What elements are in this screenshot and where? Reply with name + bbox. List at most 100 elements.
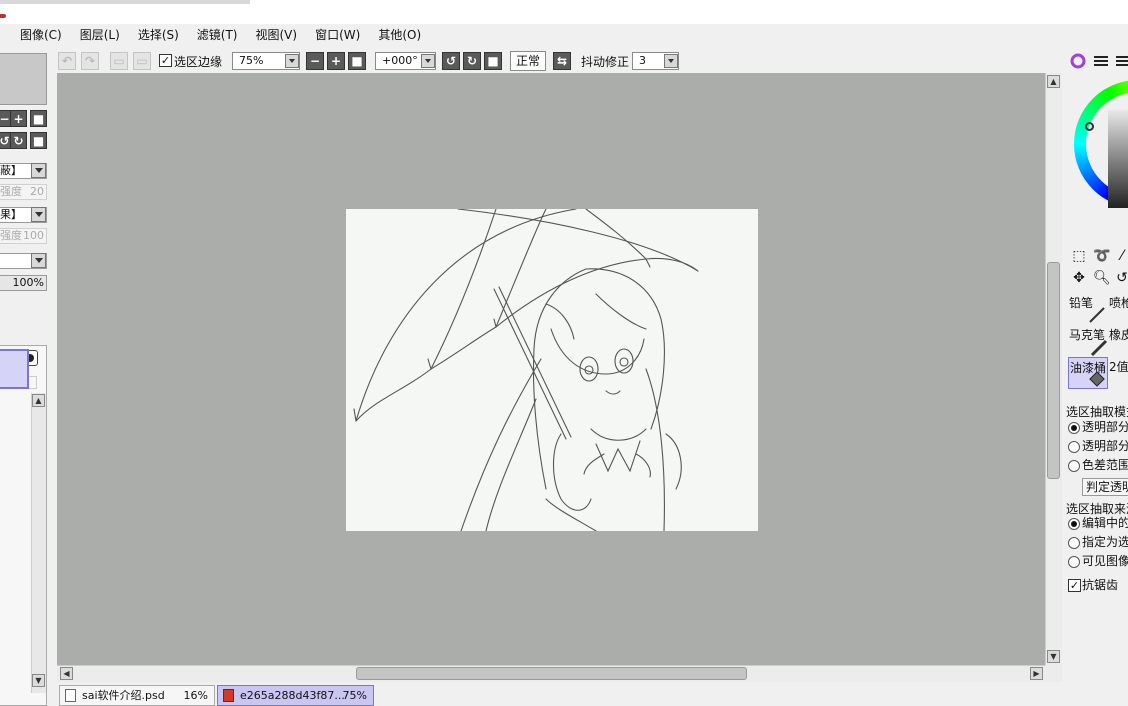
nav-zoom-in-button[interactable]: +	[10, 110, 27, 127]
undo-icon: ↶	[61, 54, 73, 68]
canvas-document[interactable]	[346, 209, 758, 531]
brush-binary-pen[interactable]: 2值笔	[1108, 357, 1128, 389]
source-option-2-radio[interactable]	[1068, 537, 1080, 549]
brush-bucket[interactable]: 油漆桶	[1068, 357, 1108, 389]
flip-horizontal-button[interactable]: ⇆	[553, 52, 571, 70]
source-option-3-label: 可见图像	[1082, 554, 1128, 568]
extract-option-2-radio[interactable]	[1068, 441, 1080, 453]
document-tab-2[interactable]: e265a288d43f87... 75%	[217, 685, 374, 706]
menu-bar: 图像(C) 图层(L) 选择(S) 滤镜(T) 视图(V) 窗口(W) 其他(O…	[0, 24, 1128, 46]
navigator-preview[interactable]	[0, 53, 47, 105]
rotate-ccw-button[interactable]: ↺	[442, 52, 460, 70]
selection-edge-label: 选区边缘	[174, 55, 223, 69]
square-icon: ■	[487, 54, 499, 68]
menu-filter[interactable]: 滤镜(T)	[188, 24, 247, 46]
canvas-scroll-left[interactable]: ◀	[60, 667, 73, 680]
blend-arrow[interactable]	[31, 253, 46, 268]
stabilizer-dropdown-arrow[interactable]	[664, 54, 678, 68]
document-tab-1[interactable]: sai软件介绍.psd 16%	[59, 685, 215, 706]
plus-icon: +	[330, 54, 342, 68]
app-icon	[0, 14, 6, 18]
brush-label: 喷枪	[1109, 296, 1128, 310]
source-option-1-radio[interactable]	[1068, 518, 1080, 530]
brush-label: 橡皮擦	[1109, 328, 1128, 342]
effect-strength-label: 强度	[0, 229, 22, 242]
selected-layer-row[interactable]	[0, 349, 29, 389]
selection-edge-checkbox[interactable]: ✓	[159, 54, 172, 67]
canvas-vertical-scroll-thumb[interactable]	[1047, 262, 1060, 479]
zoom-icon[interactable]: 🔍︎	[1093, 270, 1111, 286]
stabilizer-value: 3	[639, 54, 646, 67]
zoom-reset-button[interactable]: ■	[348, 52, 366, 70]
menu-view[interactable]: 视图(V)	[247, 24, 307, 46]
menu-layer[interactable]: 图层(L)	[71, 24, 129, 46]
rect-select-icon[interactable]: ⬚	[1071, 248, 1087, 264]
redo-button[interactable]: ↷	[81, 52, 99, 70]
menu-other[interactable]: 其他(O)	[369, 24, 430, 46]
brush-pencil[interactable]: 铅笔	[1068, 293, 1108, 325]
antialias-checkbox[interactable]: ✓	[1068, 579, 1081, 592]
magic-wand-icon[interactable]: ⁄	[1114, 248, 1128, 264]
menu-select[interactable]: 选择(S)	[129, 24, 188, 46]
layer-scroll-up[interactable]: ▲	[32, 394, 45, 407]
rotate-view-icon[interactable]: ↺	[1114, 270, 1128, 286]
mask-strength-value: 20	[30, 185, 44, 198]
antialias-label: 抗锯齿	[1082, 578, 1119, 592]
canvas-scroll-down[interactable]: ▼	[1047, 650, 1060, 663]
rotate-reset-button[interactable]: ■	[484, 52, 502, 70]
mask-strength-field[interactable]: 强度 20	[0, 184, 47, 200]
extract-option-3-radio[interactable]	[1068, 460, 1080, 472]
rgb-slider-tab[interactable]	[1092, 52, 1110, 70]
judge-transparency-button[interactable]: 判定透明	[1082, 478, 1128, 496]
extract-option-1-radio[interactable]	[1068, 422, 1080, 434]
source-option-1-label: 编辑中的	[1082, 516, 1128, 530]
layer-effect-arrow[interactable]	[31, 207, 46, 222]
hsv-slider-tab[interactable]	[1114, 52, 1128, 70]
undo-button[interactable]: ↶	[58, 52, 76, 70]
rotation-dropdown-arrow[interactable]	[421, 54, 435, 68]
layer-list-scrollbar[interactable]	[31, 393, 46, 693]
brush-eraser[interactable]: 橡皮擦	[1108, 325, 1128, 357]
nav-rotate-cw-button[interactable]: ↻	[10, 132, 27, 149]
nav-zoom-reset-button[interactable]: ■	[30, 110, 47, 127]
menu-window[interactable]: 窗口(W)	[306, 24, 369, 46]
extract-option-3-label: 色差范围	[1082, 458, 1128, 472]
canvas-horizontal-scroll-thumb[interactable]	[356, 667, 747, 680]
deselect-button[interactable]: ▭	[110, 52, 128, 70]
opacity-slider[interactable]: 100%	[0, 275, 47, 291]
layer-effect-label: 果】	[0, 208, 22, 221]
minus-icon: −	[309, 54, 321, 68]
zoom-out-button[interactable]: −	[306, 52, 324, 70]
move-icon[interactable]: ✥	[1071, 270, 1087, 286]
layer-scroll-down[interactable]: ▼	[32, 674, 45, 687]
rotate-cw-icon: ↻	[13, 133, 24, 148]
canvas-scroll-right[interactable]: ▶	[1030, 667, 1043, 680]
rotation-value: +000°	[382, 54, 418, 67]
zoom-dropdown-arrow[interactable]	[285, 54, 299, 68]
saturation-value-square[interactable]	[1108, 110, 1128, 208]
marker-icon	[1090, 339, 1108, 357]
menu-image[interactable]: 图像(C)	[0, 24, 71, 46]
source-option-3-radio[interactable]	[1068, 556, 1080, 568]
zoom-value: 75%	[239, 54, 264, 67]
color-wheel-tab[interactable]	[1069, 52, 1087, 70]
hue-picker-handle[interactable]	[1085, 122, 1094, 131]
square-icon: ■	[32, 133, 45, 148]
layer-mask-arrow[interactable]	[31, 163, 46, 178]
lasso-icon[interactable]: ➰	[1093, 248, 1110, 264]
brush-airbrush[interactable]: 喷枪	[1108, 293, 1128, 325]
effect-strength-field[interactable]: 强度 100	[0, 228, 47, 244]
nav-rotate-reset-button[interactable]: ■	[30, 132, 47, 149]
brush-label: 2值笔	[1109, 360, 1128, 374]
rotate-cw-button[interactable]: ↻	[463, 52, 481, 70]
blend-mode-button[interactable]: 正常	[510, 51, 547, 71]
opacity-value: 100%	[12, 276, 44, 289]
redo-icon: ↷	[84, 54, 96, 68]
plus-icon: +	[13, 111, 24, 126]
zoom-in-button[interactable]: +	[327, 52, 345, 70]
lineart-illustration	[353, 209, 699, 531]
rotate-cw-icon: ↻	[466, 54, 478, 68]
canvas-scroll-up[interactable]: ▲	[1047, 75, 1060, 88]
brush-marker[interactable]: 马克笔	[1068, 325, 1108, 357]
invert-selection-button[interactable]: ▭	[133, 52, 151, 70]
